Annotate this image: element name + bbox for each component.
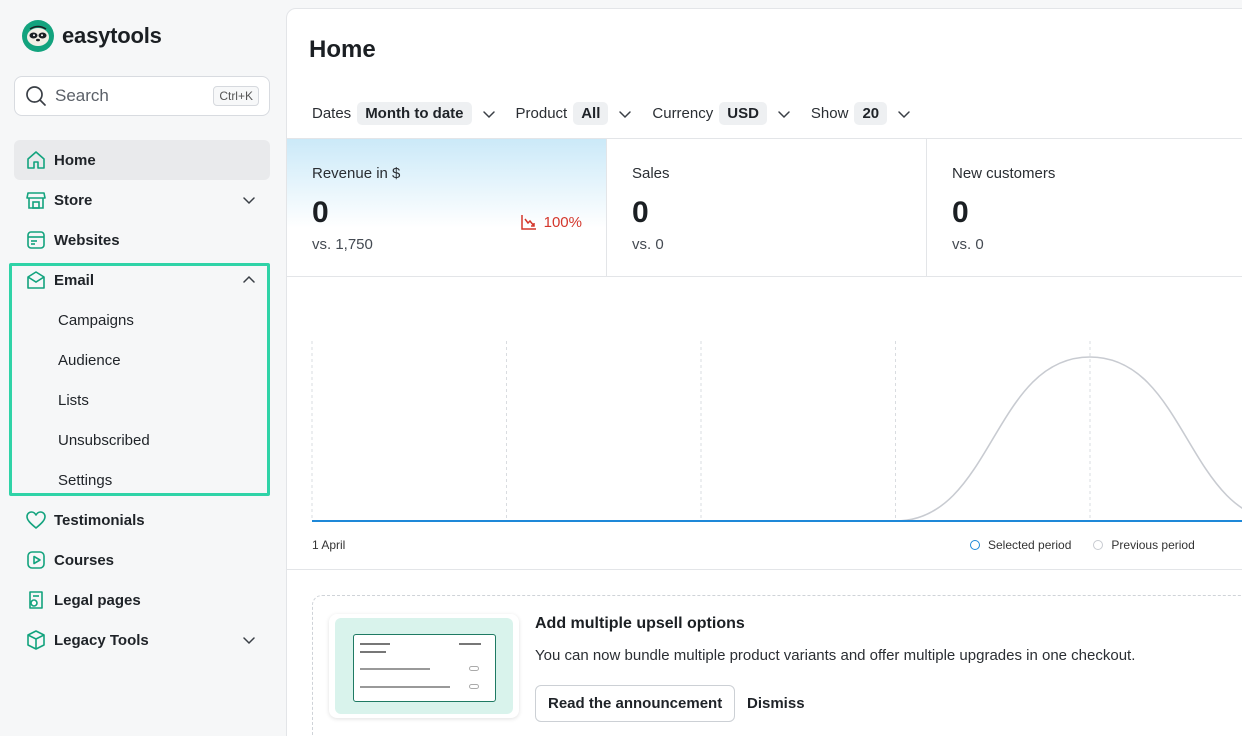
brand-name: easytools (62, 23, 162, 48)
dismiss-button[interactable]: Dismiss (739, 685, 813, 722)
sidebar-subitem-lists[interactable]: Lists (44, 382, 264, 418)
filter-label: Dates (312, 105, 352, 122)
stat-card-revenue[interactable]: Revenue in $ 0 vs. 1,750 100% (287, 139, 607, 276)
search-shortcut: Ctrl+K (213, 86, 259, 106)
sidebar-item-label: Testimonials (54, 511, 145, 529)
home-icon (27, 151, 45, 169)
filter-value: 20 (854, 102, 888, 125)
sidebar-item-courses[interactable]: Courses (14, 540, 270, 580)
sidebar-item-legal-pages[interactable]: Legal pages (14, 580, 270, 620)
heart-icon (26, 511, 46, 529)
sidebar-item-home[interactable]: Home (14, 140, 270, 180)
filter-bar: Dates Month to date Product All Currency… (312, 102, 931, 125)
chevron-down-icon (482, 110, 495, 118)
search-input[interactable] (55, 86, 205, 106)
chevron-down-icon[interactable] (242, 193, 256, 207)
filter-value: All (573, 102, 609, 125)
store-icon (26, 192, 46, 209)
chevron-down-icon (619, 110, 632, 118)
filter-label: Show (810, 105, 849, 122)
chart-canvas (311, 341, 1242, 522)
legal-icon (29, 591, 43, 609)
stat-change: 100% (520, 213, 582, 231)
email-icon (27, 271, 45, 289)
websites-icon (27, 231, 45, 249)
filter-show[interactable]: Show 20 (811, 102, 911, 125)
sidebar-item-email[interactable]: Email (14, 260, 270, 300)
main-panel: Home Dates Month to date Product All Cur… (286, 8, 1242, 736)
box-icon (27, 630, 45, 650)
sidebar-item-label: Courses (54, 551, 115, 569)
stat-previous: vs. 0 (952, 236, 984, 253)
filter-dates[interactable]: Dates Month to date (312, 102, 496, 125)
legend-previous-period[interactable]: Previous period (1093, 538, 1195, 552)
page-title: Home (309, 36, 376, 63)
sidebar-item-store[interactable]: Store (14, 180, 270, 220)
sidebar-item-testimonials[interactable]: Testimonials (14, 500, 270, 540)
chevron-down-icon[interactable] (242, 633, 256, 647)
filter-value: USD (719, 102, 767, 125)
sidebar-subitem-unsubscribed[interactable]: Unsubscribed (44, 422, 264, 458)
legend-label: Selected period (988, 538, 1072, 552)
sidebar: easytools Ctrl+K Home Store (0, 0, 286, 736)
chart-legend: Selected period Previous period (970, 538, 1217, 552)
stat-value: 0 (632, 196, 649, 229)
sidebar-subitem-campaigns[interactable]: Campaigns (44, 302, 264, 338)
stat-value: 0 (952, 196, 969, 229)
filter-value: Month to date (357, 102, 472, 125)
stat-previous: vs. 0 (632, 236, 664, 253)
sidebar-item-label: Websites (54, 231, 120, 249)
legend-selected-period[interactable]: Selected period (970, 538, 1071, 552)
stats-row: Revenue in $ 0 vs. 1,750 100% Sales 0 vs… (287, 138, 1242, 277)
sidebar-item-legacy-tools[interactable]: Legacy Tools (14, 620, 270, 660)
sloth-logo-icon (22, 20, 54, 52)
legend-dot (1093, 540, 1104, 550)
sidebar-item-label: Store (54, 191, 93, 209)
sidebar-item-websites[interactable]: Websites (14, 220, 270, 260)
filter-label: Currency (652, 105, 714, 122)
search-icon (26, 86, 46, 106)
sidebar-item-label: Email (54, 271, 95, 289)
stat-card-new-customers[interactable]: New customers 0 vs. 0 (927, 139, 1242, 276)
stat-change-value: 100% (543, 213, 582, 231)
stat-card-sales[interactable]: Sales 0 vs. 0 (607, 139, 927, 276)
stat-label: Sales (632, 165, 670, 182)
announcement-card: Add multiple upsell options You can now … (312, 595, 1242, 736)
filter-currency[interactable]: Currency USD (652, 102, 791, 125)
legend-dot (970, 540, 980, 550)
revenue-chart: 1 April Selected period Previous period (287, 277, 1242, 570)
sidebar-item-label: Legacy Tools (54, 631, 149, 649)
chevron-down-icon (898, 110, 910, 118)
announcement-text: You can now bundle multiple product vari… (535, 647, 1136, 664)
sidebar-subitem-audience[interactable]: Audience (44, 342, 264, 378)
chevron-down-icon (778, 110, 790, 118)
logo[interactable]: easytools (22, 20, 162, 52)
stat-label: New customers (952, 165, 1056, 182)
filter-label: Product (515, 105, 568, 122)
illustration-mini-card (353, 634, 496, 702)
illustration-background (335, 618, 513, 714)
stat-label: Revenue in $ (312, 165, 401, 182)
filter-product[interactable]: Product All (516, 102, 633, 125)
stat-previous: vs. 1,750 (312, 236, 373, 253)
read-announcement-button[interactable]: Read the announcement (535, 685, 736, 722)
chevron-up-icon[interactable] (242, 273, 256, 287)
series-line-previous-period (312, 356, 1242, 522)
announcement-illustration (329, 614, 519, 718)
trend-down-icon (520, 215, 536, 230)
x-axis-start-label: 1 April (312, 538, 346, 552)
search-box[interactable]: Ctrl+K (14, 76, 270, 116)
courses-icon (27, 551, 45, 569)
sidebar-subitem-settings[interactable]: Settings (44, 462, 264, 498)
sidebar-item-label: Legal pages (54, 591, 141, 609)
legend-label: Previous period (1111, 538, 1195, 552)
sidebar-item-label: Home (54, 151, 96, 169)
announcement-title: Add multiple upsell options (535, 615, 745, 632)
